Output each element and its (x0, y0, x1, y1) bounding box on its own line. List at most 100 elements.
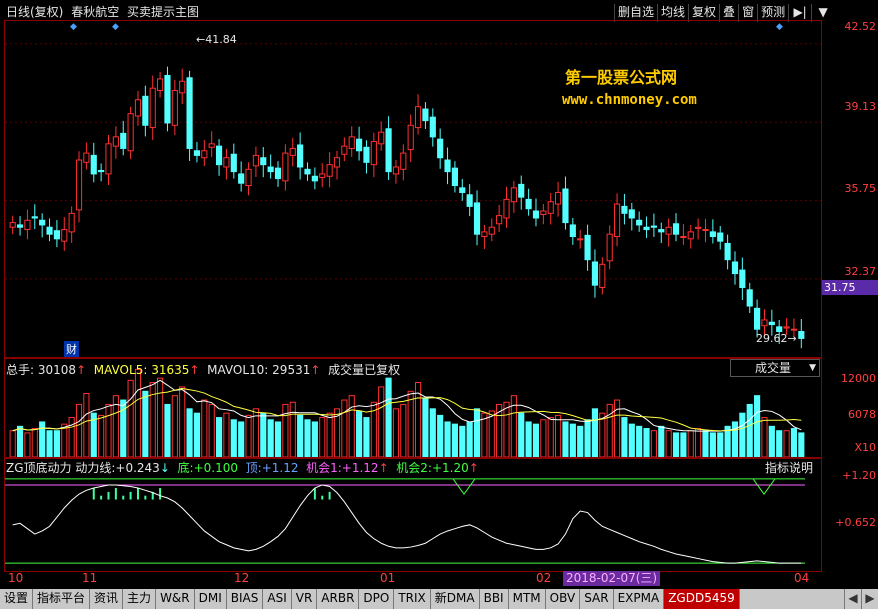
price-panel[interactable] (4, 20, 822, 358)
candle-up (481, 231, 488, 238)
volume-bar-down (776, 430, 783, 458)
candle-down (731, 261, 739, 275)
tab-dmi[interactable]: DMI (195, 589, 227, 609)
candle-down (717, 232, 724, 242)
candle-up (326, 164, 333, 177)
tab-arbr[interactable]: ARBR (317, 589, 360, 609)
scroll-left-icon[interactable]: ◀ (844, 589, 861, 609)
candle-up (157, 78, 164, 92)
candle-down (746, 289, 753, 307)
volume-bar-down (385, 377, 392, 458)
tab-bias[interactable]: BIAS (227, 589, 264, 609)
tab-news[interactable]: 资讯 (90, 589, 124, 609)
candle-down (584, 234, 591, 261)
volume-bar-down (790, 428, 798, 458)
candle-up (245, 168, 252, 187)
volume-bar-down (230, 419, 237, 458)
indicator-header: ZG顶底动力 动力线:+0.243↓ 底:+0.100 顶:+1.12 机会1:… (6, 459, 479, 476)
candle-up (75, 159, 83, 211)
volume-bar-down (672, 432, 680, 458)
formula-name[interactable]: 买卖提示主图 (127, 5, 199, 19)
volume-bar-down (768, 425, 775, 458)
candlestick-chart[interactable] (5, 21, 821, 357)
volume-bar-down (466, 421, 473, 458)
x-axis-label: 01 (380, 571, 396, 585)
volume-note: 成交量已复权 (328, 363, 401, 377)
high-price-label: ←41.84 (196, 33, 237, 46)
volume-bar-up (378, 386, 385, 458)
x-axis: 10 11 12 01 02 3 04 (4, 571, 820, 587)
candle-up (392, 166, 400, 175)
candle-up (695, 226, 702, 229)
candle-up (496, 215, 503, 225)
tab-new-dma[interactable]: 新DMA (431, 589, 480, 609)
tab-wr[interactable]: W&R (156, 589, 195, 609)
tab-dpo[interactable]: DPO (359, 589, 395, 609)
tab-asi[interactable]: ASI (263, 589, 292, 609)
tab-zgdd5459[interactable]: ZGDD5459 (664, 589, 740, 609)
candle-up (613, 203, 621, 238)
candle-down (142, 95, 149, 126)
volume-bar-down (658, 425, 665, 458)
volume-bar-down (702, 430, 709, 458)
volume-bar-down (731, 421, 739, 458)
x-axis-label: 12 (234, 571, 250, 585)
tab-vr[interactable]: VR (292, 589, 318, 609)
mavol5-value: 31635 (151, 363, 190, 377)
candle-up (702, 229, 709, 232)
volume-bar-up (540, 419, 547, 458)
candle-down (628, 209, 635, 219)
volume-bar-down (215, 417, 223, 458)
candle-down (672, 223, 680, 235)
crosshair-date-badge: 2018-02-07(三) (563, 571, 661, 586)
candle-up (61, 229, 68, 242)
indicator-help-button[interactable]: 指标说明 (765, 459, 813, 476)
volume-bar-down (451, 423, 458, 458)
candle-down (754, 307, 761, 330)
candle-up (783, 326, 790, 329)
up-arrow-icon: ↑ (310, 363, 321, 377)
volume-bar-up (547, 417, 554, 458)
volume-bar-up (245, 414, 252, 458)
volume-bar-up (687, 430, 694, 458)
tab-mtm[interactable]: MTM (509, 589, 546, 609)
volume-bar-up (348, 395, 355, 458)
volume-bar-up (61, 423, 68, 458)
tab-trix[interactable]: TRIX (394, 589, 431, 609)
finance-marker[interactable]: 财 (64, 341, 79, 357)
candle-up (414, 106, 422, 129)
tab-expma[interactable]: EXPMA (614, 589, 665, 609)
chance1-value: +1.12 (341, 461, 379, 475)
x-axis-label: 10 (8, 571, 24, 585)
scroll-right-icon[interactable]: ▶ (861, 589, 878, 609)
tab-obv[interactable]: OBV (546, 589, 581, 609)
candle-up (606, 233, 613, 262)
volume-indicator-select[interactable]: 成交量 ▼ (730, 359, 820, 377)
tab-indicator-platform[interactable]: 指标平台 (33, 589, 91, 609)
volume-bar-down (525, 421, 532, 458)
candle-up (24, 219, 31, 231)
top-value: +1.12 (261, 461, 299, 475)
volume-bar-down (356, 410, 363, 458)
volume-bar-up (208, 403, 215, 458)
top-label: 顶: (245, 461, 262, 475)
candle-down (90, 154, 97, 175)
power-line-value: +0.243 (115, 461, 160, 475)
chevron-down-icon[interactable]: ▼ (809, 360, 816, 376)
volume-bar-up (31, 428, 38, 458)
chart-mode[interactable]: 日线(复权) (6, 5, 63, 19)
candle-down (422, 108, 429, 122)
tab-sar[interactable]: SAR (580, 589, 614, 609)
tab-settings[interactable]: 设置 (0, 589, 34, 609)
candle-down (525, 198, 532, 210)
chance2-label: 机会2: (396, 461, 432, 475)
volume-bar-up (24, 432, 31, 458)
tab-main-force[interactable]: 主力 (123, 589, 157, 609)
tab-bbi[interactable]: BBI (480, 589, 509, 609)
candle-up (555, 191, 562, 205)
candle-up (282, 152, 289, 182)
volume-bar-down (297, 414, 304, 458)
volume-bar-down (591, 408, 599, 458)
candle-up (547, 201, 554, 214)
indicator-name[interactable]: ZG顶底动力 (6, 461, 72, 475)
